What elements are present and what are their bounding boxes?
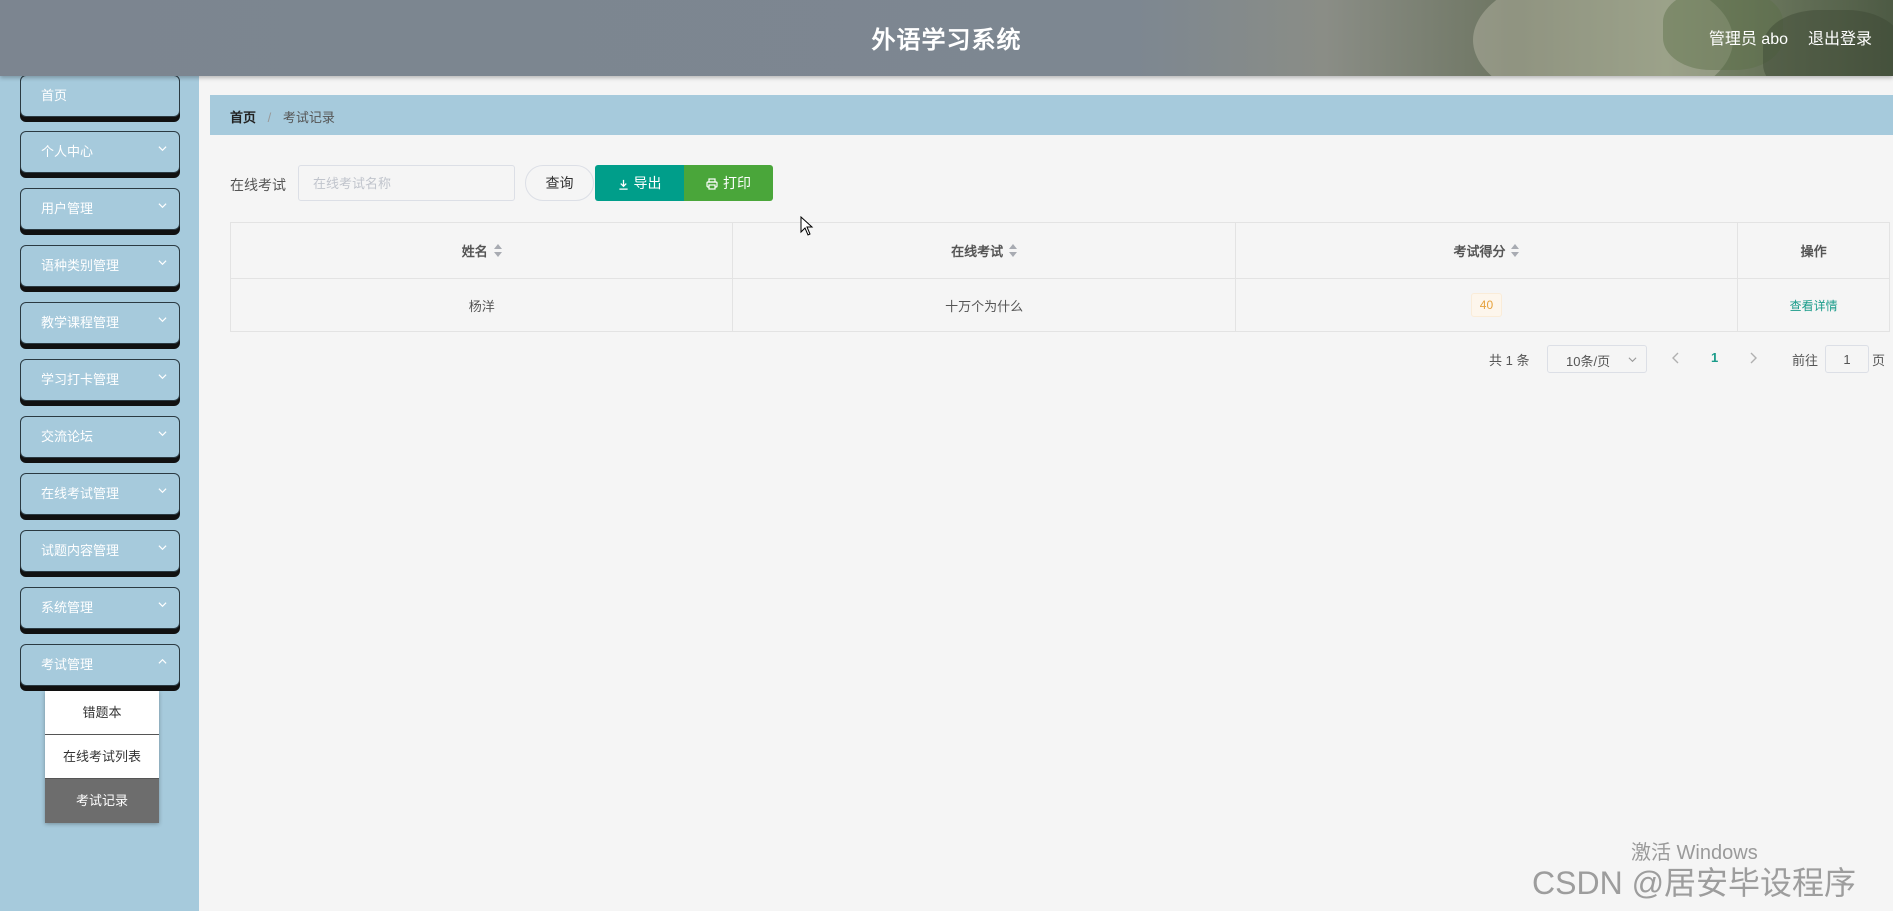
csdn-watermark: CSDN @居安毕设程序: [1532, 865, 1857, 901]
table-row: 杨洋 十万个为什么 40 查看详情: [231, 279, 1889, 331]
submenu-item-online-exam-list[interactable]: 在线考试列表: [45, 735, 159, 779]
chevron-down-icon: [158, 488, 167, 494]
breadcrumb-current: 考试记录: [282, 110, 335, 125]
sidebar-item-forum[interactable]: 交流论坛: [20, 416, 180, 458]
search-input[interactable]: [298, 165, 515, 201]
download-icon: [618, 179, 628, 190]
sort-icon[interactable]: [1511, 243, 1520, 258]
query-button[interactable]: 查询: [525, 165, 594, 201]
breadcrumb-home[interactable]: 首页: [230, 110, 256, 125]
cell-exam: 十万个为什么: [733, 279, 1236, 331]
printer-icon: [706, 178, 718, 190]
goto-label: 前往: [1792, 353, 1819, 368]
sidebar-item-course-management[interactable]: 教学课程管理: [20, 302, 180, 344]
page-size-select[interactable]: 10条/页: [1547, 345, 1647, 373]
sidebar-item-language-category[interactable]: 语种类别管理: [20, 245, 180, 287]
sort-icon[interactable]: [493, 243, 502, 258]
chevron-down-icon: [158, 203, 167, 209]
view-details-link[interactable]: 查看详情: [1790, 297, 1838, 314]
sidebar-item-checkin-management[interactable]: 学习打卡管理: [20, 359, 180, 401]
sidebar-item-label: 个人中心: [41, 144, 94, 159]
pagination-total: 共 1 条: [1489, 353, 1530, 368]
print-button[interactable]: 打印: [684, 165, 773, 201]
sidebar-item-label: 语种类别管理: [41, 258, 120, 273]
table-header-row: 姓名 在线考试 考试得分 操作: [231, 223, 1889, 279]
sidebar-item-label: 首页: [41, 88, 68, 103]
exam-records-table: 姓名 在线考试 考试得分 操作 杨洋 十万个为什么 40 查看详情: [230, 222, 1890, 332]
score-tag: 40: [1470, 293, 1503, 317]
sidebar-item-label: 用户管理: [41, 201, 94, 216]
app-title: 外语学习系统: [871, 27, 1022, 54]
search-label: 在线考试: [230, 177, 286, 193]
chevron-down-icon: [158, 602, 167, 608]
chevron-down-icon: [158, 317, 167, 323]
chevron-down-icon: [158, 146, 167, 152]
prev-page-icon[interactable]: [1669, 351, 1683, 365]
page-suffix-label: 页: [1872, 353, 1886, 368]
column-header-name[interactable]: 姓名: [231, 223, 734, 278]
current-user: 管理员 abo: [1708, 31, 1788, 48]
breadcrumb-separator: /: [267, 110, 272, 125]
exam-management-submenu: 错题本 在线考试列表 考试记录: [45, 691, 159, 823]
chevron-down-icon: [158, 374, 167, 380]
sidebar-item-label: 教学课程管理: [41, 315, 120, 330]
logout-link[interactable]: 退出登录: [1808, 25, 1872, 49]
column-header-score[interactable]: 考试得分: [1236, 223, 1739, 278]
column-header-actions: 操作: [1800, 244, 1827, 259]
export-button[interactable]: 导出: [595, 165, 684, 201]
sidebar-item-label: 试题内容管理: [41, 543, 120, 558]
sort-icon[interactable]: [1009, 243, 1018, 258]
page-size-value: 10条/页: [1566, 354, 1611, 369]
chevron-down-icon: [1628, 357, 1637, 363]
submenu-item-exam-records[interactable]: 考试记录: [45, 779, 159, 823]
top-header: 外语学习系统 管理员 abo 退出登录: [0, 0, 1893, 76]
next-page-icon[interactable]: [1746, 351, 1760, 365]
chevron-down-icon: [158, 431, 167, 437]
page-number-current[interactable]: 1: [1711, 350, 1718, 365]
sidebar-item-user-management[interactable]: 用户管理: [20, 188, 180, 230]
goto-page-input[interactable]: [1825, 345, 1869, 373]
sidebar-item-label: 交流论坛: [41, 429, 94, 444]
sidebar-item-label: 考试管理: [41, 657, 94, 672]
sidebar-item-online-exam-management[interactable]: 在线考试管理: [20, 473, 180, 515]
cell-score: 40: [1236, 279, 1739, 331]
mouse-cursor-icon: [800, 216, 814, 236]
sidebar-item-label: 在线考试管理: [41, 486, 120, 501]
sidebar-item-label: 系统管理: [41, 600, 94, 615]
sidebar-item-personal-center[interactable]: 个人中心: [20, 131, 180, 173]
chevron-down-icon: [158, 260, 167, 266]
chevron-down-icon: [158, 545, 167, 551]
cell-actions: 查看详情: [1738, 279, 1889, 331]
sidebar-item-home[interactable]: 首页: [20, 75, 180, 117]
sidebar-item-question-management[interactable]: 试题内容管理: [20, 530, 180, 572]
submenu-item-wrong-questions[interactable]: 错题本: [45, 691, 159, 735]
sidebar-item-label: 学习打卡管理: [41, 372, 120, 387]
export-label: 导出: [633, 175, 662, 191]
sidebar-item-exam-management[interactable]: 考试管理: [20, 644, 180, 686]
cell-name: 杨洋: [231, 279, 734, 331]
chevron-down-icon: [158, 658, 167, 664]
breadcrumb: 首页 / 考试记录: [210, 95, 1893, 135]
sidebar-item-system-management[interactable]: 系统管理: [20, 587, 180, 629]
print-label: 打印: [723, 175, 751, 191]
